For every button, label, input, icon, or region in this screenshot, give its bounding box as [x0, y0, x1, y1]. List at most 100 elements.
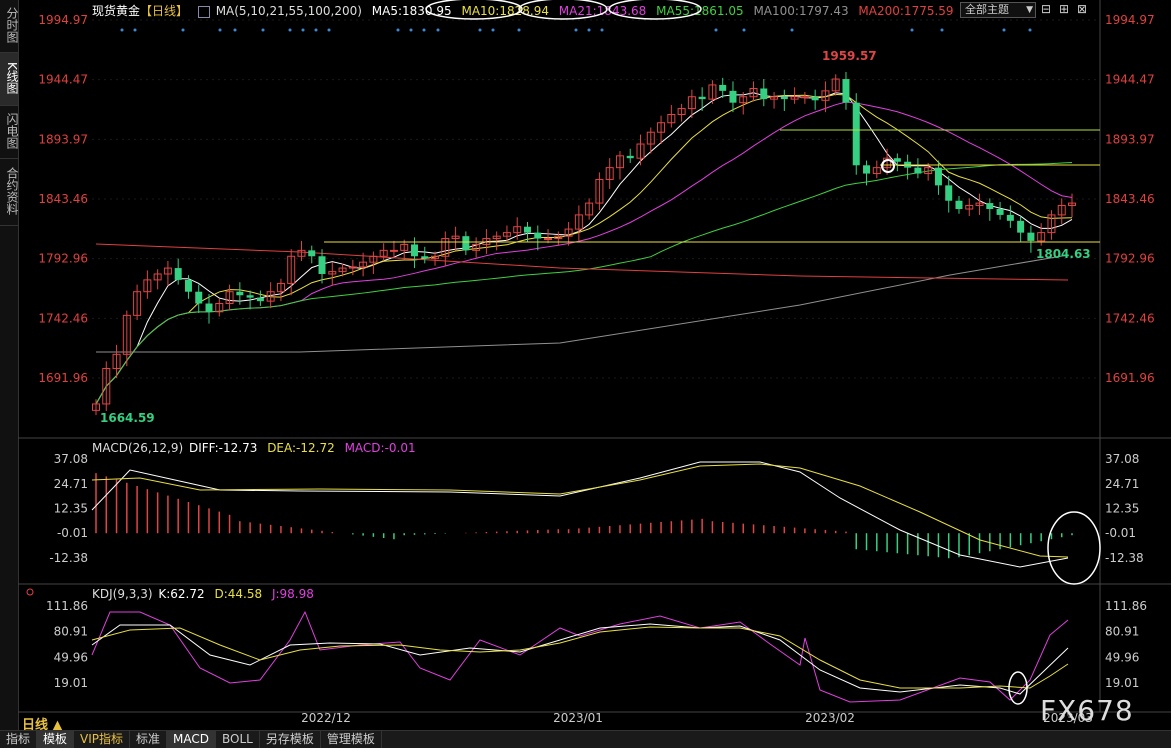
tab-standard[interactable]: 标准	[130, 731, 168, 748]
macd-tick-left: 12.35	[54, 502, 88, 516]
ma10-line	[95, 93, 1073, 405]
macd-panel	[91, 461, 1101, 585]
candle-body	[205, 303, 213, 312]
tab-macd[interactable]: MACD	[167, 731, 217, 748]
price-tick-left: 1994.97	[38, 13, 88, 27]
macd-value: MACD:-0.01	[344, 441, 416, 455]
candle-body	[1027, 232, 1035, 241]
candle-body	[760, 88, 768, 100]
ma21-line	[95, 101, 1073, 405]
highlight-ellipse	[518, 0, 608, 20]
candle-body	[256, 297, 264, 302]
low-price-label: 1664.59	[100, 411, 155, 425]
price-tick-left: 1843.46	[38, 192, 88, 206]
kdj-tick-left: 49.96	[54, 650, 88, 664]
event-dot	[714, 28, 718, 32]
tab-boll[interactable]: BOLL	[216, 731, 260, 748]
candle-body	[318, 256, 326, 274]
price-tick-right: 1944.47	[1105, 73, 1155, 87]
price-tick-left: 1893.97	[38, 132, 88, 146]
macd-diff-line	[91, 461, 1069, 568]
kdj-tick-right: 49.96	[1105, 650, 1139, 664]
candle-body	[462, 236, 470, 251]
chart-grid	[18, 0, 1171, 713]
watermark-logo: FX678	[1040, 694, 1134, 727]
event-dot	[1002, 28, 1006, 32]
candle-body	[945, 185, 953, 201]
macd-tick-right: 12.35	[1105, 502, 1139, 516]
price-tick-left: 1944.47	[38, 73, 88, 87]
kdj-tick-left: 19.01	[54, 676, 88, 690]
kdj-tick-right: 80.91	[1105, 625, 1139, 639]
kdj-tick-right: 111.86	[1105, 599, 1147, 613]
candle-body	[246, 295, 254, 298]
ma200-line	[95, 243, 1069, 281]
bottom-toolbar: 指标 模板 VIP指标 标准 MACD BOLL 另存模板 管理模板	[0, 730, 1171, 748]
kdj-tick-left: 111.86	[46, 599, 88, 613]
event-dot	[120, 28, 124, 32]
price-tick-right: 1893.97	[1105, 132, 1155, 146]
candle-body	[729, 90, 737, 103]
event-dot	[396, 28, 400, 32]
candle-body	[523, 226, 531, 233]
macd-tick-right: -12.38	[1105, 551, 1144, 565]
recent-low-label: 1804.63	[1036, 247, 1091, 261]
candle-body	[914, 167, 922, 174]
candle-body	[934, 167, 942, 186]
price-tick-right: 1792.96	[1105, 252, 1155, 266]
price-tick-left: 1742.46	[38, 311, 88, 325]
candle-body	[811, 96, 819, 101]
tab-manage-templates[interactable]: 管理模板	[321, 731, 382, 748]
candle-body	[195, 291, 203, 304]
kdj-header: KDJ(9,3,3) K:62.72 D:44.58 J:98.98	[92, 587, 320, 601]
macd-title: MACD(26,12,9)	[92, 441, 184, 455]
tab-templates[interactable]: 模板	[37, 731, 75, 748]
event-dot	[261, 28, 265, 32]
candle-body	[389, 249, 398, 252]
event-dot	[742, 28, 746, 32]
kdj-marker	[26, 588, 34, 596]
event-dot	[587, 28, 591, 32]
macd-tick-right: -0.01	[1105, 526, 1136, 540]
event-dot	[233, 28, 237, 32]
event-dot	[574, 28, 578, 32]
tab-vip-indicators[interactable]: VIP指标	[74, 731, 131, 748]
macd-tick-left: -12.38	[49, 551, 88, 565]
candle-body	[410, 244, 418, 257]
macd-tick-left: 37.08	[54, 452, 88, 466]
candle-body	[626, 155, 634, 159]
event-dot	[940, 28, 944, 32]
candle-body	[698, 96, 706, 100]
event-dot	[133, 28, 137, 32]
candle-body	[544, 238, 553, 241]
tab-save-template[interactable]: 另存模板	[260, 731, 321, 748]
event-dot	[1028, 28, 1032, 32]
price-tick-left: 1792.96	[38, 252, 88, 266]
price-tick-right: 1742.46	[1105, 311, 1155, 325]
event-dot	[314, 28, 318, 32]
candle-body	[852, 102, 860, 166]
candle-body	[863, 165, 871, 174]
kdj-tick-right: 19.01	[1105, 676, 1139, 690]
event-dot	[478, 28, 482, 32]
candle-body	[184, 279, 192, 292]
price-tick-right: 1994.97	[1105, 13, 1155, 27]
kdj-k-line	[91, 623, 1069, 695]
event-dot	[409, 28, 413, 32]
tab-indicators[interactable]: 指标	[0, 731, 38, 748]
macd-tick-left: 24.71	[54, 477, 88, 491]
event-dot	[422, 28, 426, 32]
event-dot	[910, 28, 914, 32]
candle-body	[308, 250, 316, 257]
candle-body	[421, 256, 429, 259]
event-dot	[517, 28, 521, 32]
candle-body	[842, 79, 850, 103]
price-tick-left: 1691.96	[38, 371, 88, 385]
candle-body	[174, 268, 182, 280]
highlight-ellipse	[1047, 511, 1101, 585]
candlestick-chart[interactable]: 1959.57 1664.59 1804.63 1994.97 1994.97 1944…	[0, 0, 1171, 730]
highlight-ellipse	[608, 0, 702, 20]
kdj-tick-left: 80.91	[54, 625, 88, 639]
kdj-j: J:98.98	[271, 587, 314, 601]
event-dot	[436, 28, 440, 32]
